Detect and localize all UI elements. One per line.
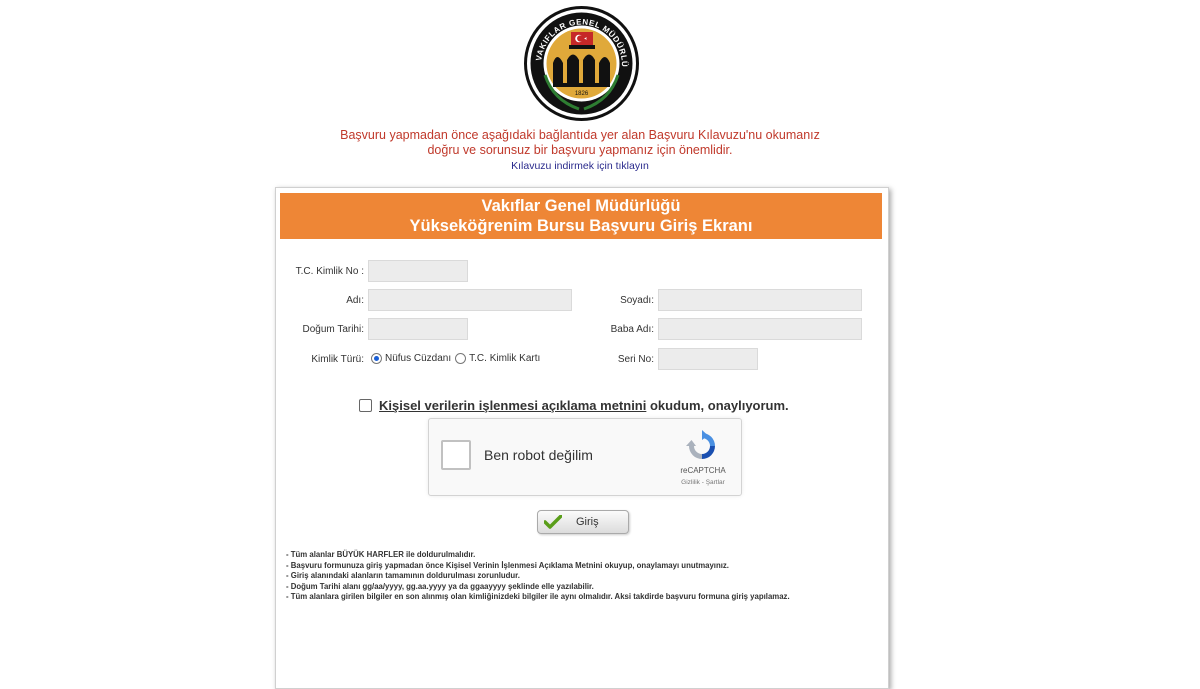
recaptcha-terms-link[interactable]: Gizlilik - Şartlar [673, 479, 733, 486]
notice-line-1: Başvuru yapmadan önce aşağıdaki bağlantı… [340, 128, 820, 142]
notice-line-2: doğru ve sorunsuz bir başvuru yapmanız i… [427, 143, 733, 157]
rule-item: - Doğum Tarihi alanı gg/aa/yyyy, gg.aa.y… [286, 581, 594, 591]
father-name-input[interactable] [658, 318, 862, 340]
rule-item: - Giriş alanındaki alanların tamamının d… [286, 571, 520, 580]
rule-item: - Tüm alanlara girilen bilgiler en son a… [286, 592, 790, 601]
login-button[interactable]: Giriş [537, 510, 629, 534]
kvkk-consent-text: okudum, onaylıyorum. [646, 398, 789, 413]
login-panel: Vakıflar Genel Müdürlüğü Yükseköğrenim B… [275, 187, 889, 689]
rules-list: - Tüm alanlar BÜYÜK HARFLER ile doldurul… [286, 550, 881, 603]
id-type-radio-group: Nüfus Cüzdanı T.C. Kimlik Kartı [371, 353, 540, 364]
logo-year: 1826 [575, 91, 589, 97]
birth-date-label: Doğum Tarihi: [302, 324, 364, 335]
recaptcha-checkbox[interactable] [441, 440, 471, 470]
vgm-logo-icon: T.C. VAKIFLAR GENEL MÜDÜRLÜĞÜ 1826 [523, 5, 639, 121]
header-title-line-1: Vakıflar Genel Müdürlüğü [481, 197, 681, 215]
birth-date-input[interactable] [368, 318, 468, 340]
recaptcha-widget: Ben robot değilim reCAPTCHA Gizlilik - Ş… [428, 418, 742, 496]
name-label: Adı: [346, 295, 364, 306]
kvkk-consent-checkbox[interactable] [359, 399, 372, 412]
radio-tc-kimlik-karti[interactable] [455, 353, 467, 364]
surname-input[interactable] [658, 289, 862, 311]
recaptcha-label: Ben robot değilim [484, 447, 593, 463]
surname-label: Soyadı: [620, 295, 654, 306]
name-input[interactable] [368, 289, 572, 311]
guide-notice: Başvuru yapmadan önce aşağıdaki bağlantı… [260, 128, 900, 174]
kvkk-consent-link[interactable]: Kişisel verilerin işlenmesi açıklama met… [379, 398, 646, 413]
panel-header: Vakıflar Genel Müdürlüğü Yükseköğrenim B… [280, 193, 882, 239]
recaptcha-brand: reCAPTCHA [680, 466, 726, 475]
serial-no-input[interactable] [658, 348, 758, 370]
id-type-label: Kimlik Türü: [311, 354, 364, 365]
radio-tc-kimlik-karti-label: T.C. Kimlik Kartı [469, 353, 541, 364]
tc-label: T.C. Kimlik No : [295, 266, 364, 277]
rule-item: - Tüm alanlar BÜYÜK HARFLER ile doldurul… [286, 550, 476, 559]
serial-no-label: Seri No: [617, 354, 654, 365]
login-button-label: Giriş [576, 516, 599, 528]
kvkk-consent: Kişisel verilerin işlenmesi açıklama met… [359, 398, 789, 413]
checkmark-icon [544, 515, 562, 529]
header-title-line-2: Yükseköğrenim Bursu Başvuru Giriş Ekranı [409, 217, 753, 235]
father-name-label: Baba Adı: [610, 324, 654, 335]
tc-kimlik-input[interactable] [368, 260, 468, 282]
radio-nufus-cuzdani-label: Nüfus Cüzdanı [385, 353, 452, 364]
rule-item: - Başvuru formunuza giriş yapmadan önce … [286, 560, 729, 570]
recaptcha-logo-icon [686, 430, 715, 459]
guide-download-link[interactable]: Kılavuzu indirmek için tıklayın [511, 159, 649, 174]
radio-nufus-cuzdani[interactable] [371, 353, 382, 364]
